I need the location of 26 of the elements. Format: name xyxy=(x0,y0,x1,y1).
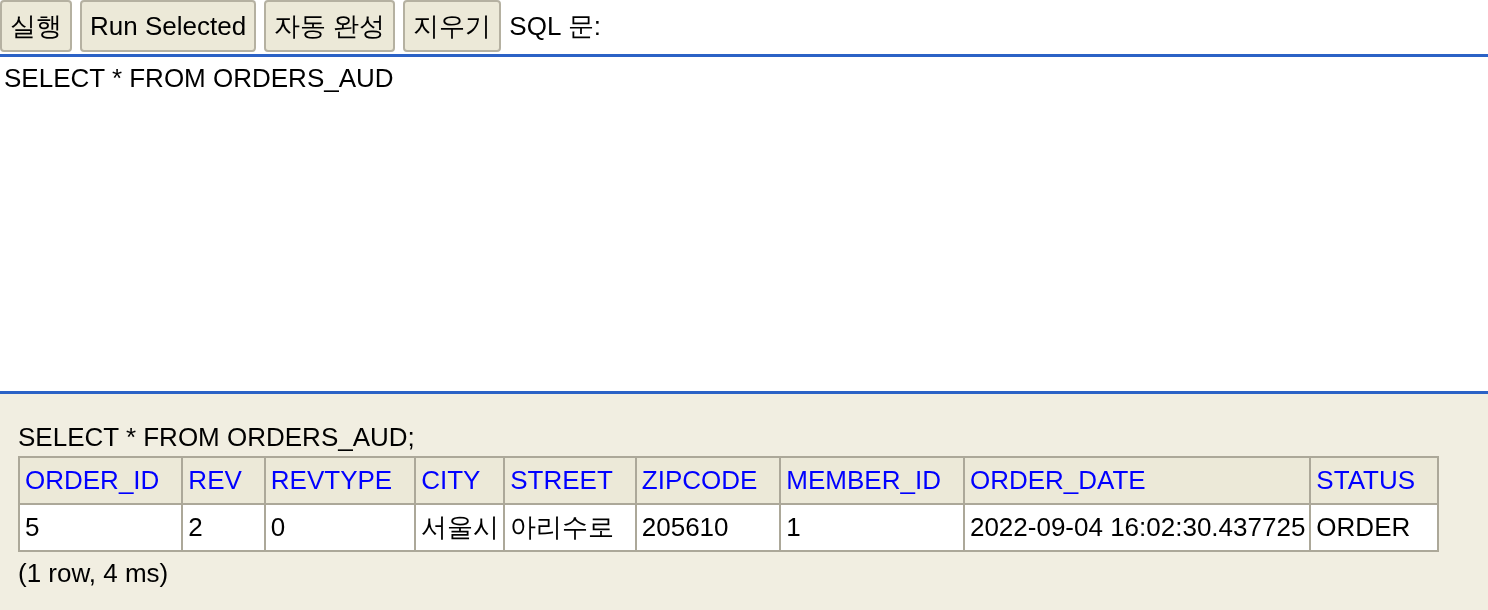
table-cell: 2 xyxy=(182,504,265,551)
column-header[interactable]: STATUS xyxy=(1310,457,1439,504)
toolbar-button[interactable]: Run Selected xyxy=(80,0,257,52)
table-cell: 205610 xyxy=(635,504,781,551)
table-cell: 5 xyxy=(19,504,183,551)
table-cell: 0 xyxy=(264,504,416,551)
table-cell: ORDER xyxy=(1310,504,1439,551)
column-header[interactable]: CITY xyxy=(415,457,505,504)
toolbar-button[interactable]: 자동 완성 xyxy=(264,0,396,52)
column-header[interactable]: ORDER_DATE xyxy=(963,457,1311,504)
toolbar-button[interactable]: 실행 xyxy=(0,0,72,52)
table-cell: 2022-09-04 16:02:30.437725 xyxy=(963,504,1311,551)
executed-statement: SELECT * FROM ORDERS_AUD; xyxy=(18,421,416,453)
column-header[interactable]: REVTYPE xyxy=(264,457,416,504)
column-header[interactable]: ZIPCODE xyxy=(635,457,781,504)
column-header[interactable]: ORDER_ID xyxy=(19,457,183,504)
column-header[interactable]: STREET xyxy=(504,457,636,504)
toolbar-button[interactable]: 지우기 xyxy=(403,0,502,52)
column-header[interactable]: REV xyxy=(182,457,265,504)
sql-editor[interactable]: SELECT * FROM ORDERS_AUD xyxy=(0,54,1488,394)
table-cell: 서울시 xyxy=(415,504,505,551)
sql-label: SQL 문: xyxy=(509,11,601,41)
table-cell: 1 xyxy=(780,504,964,551)
result-summary: (1 row, 4 ms) xyxy=(18,558,170,588)
table-cell: 아리수로 xyxy=(504,504,636,551)
column-header[interactable]: MEMBER_ID xyxy=(780,457,964,504)
